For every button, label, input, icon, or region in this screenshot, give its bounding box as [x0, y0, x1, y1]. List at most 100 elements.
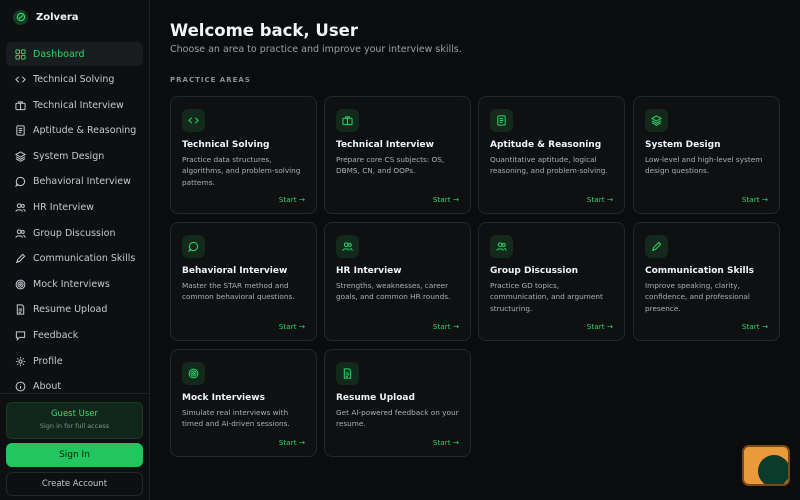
sidebar-item-label: Communication Skills	[33, 253, 136, 265]
card-title: Group Discussion	[490, 266, 579, 276]
brand-name: Zolvera	[36, 11, 79, 23]
practice-card-aptitude-reasoning[interactable]: Aptitude & Reasoning Quantitative aptitud…	[478, 96, 625, 214]
page-subtitle: Choose an area to practice and improve y…	[170, 44, 462, 55]
practice-card-system-design[interactable]: System Design Low-level and high-level sy…	[633, 96, 780, 214]
users-icon	[336, 235, 359, 258]
assistant-icon	[758, 455, 788, 484]
sidebar-item-profile[interactable]: Profile	[6, 349, 143, 373]
sidebar-item-label: Mock Interviews	[33, 278, 110, 290]
sidebar-item-label: HR Interview	[33, 202, 94, 214]
layers-icon	[14, 150, 26, 162]
notebook-icon	[490, 109, 513, 132]
sidebar-item-resume-upload[interactable]: Resume Upload	[6, 298, 143, 322]
card-description: Improve speaking, clarity, confidence, a…	[645, 281, 750, 313]
card-description: Prepare core CS subjects: OS, DBMS, CN, …	[336, 155, 445, 176]
code-icon	[182, 109, 205, 132]
sign-in-button[interactable]: Sign In	[6, 443, 143, 467]
pen-icon	[645, 235, 668, 258]
chat-icon	[14, 176, 26, 188]
practice-card-mock-interviews[interactable]: Mock Interviews Simulate real interviews …	[170, 349, 317, 457]
card-description: Low-level and high-level system design q…	[645, 155, 763, 176]
sidebar-item-mock-interviews[interactable]: Mock Interviews	[6, 272, 143, 296]
sidebar-item-communication-skills[interactable]: Communication Skills	[6, 247, 143, 271]
card-title: Technical Solving	[182, 140, 270, 150]
target-icon	[14, 278, 26, 290]
sidebar-item-label: Aptitude & Reasoning	[33, 125, 137, 137]
pen-icon	[14, 253, 26, 265]
sidebar-item-label: Behavioral Interview	[33, 176, 131, 188]
sidebar-item-label: Profile	[33, 355, 63, 367]
card-start-link[interactable]: Start →	[742, 322, 768, 331]
card-description: Quantitative aptitude, logical reasoning…	[490, 155, 608, 176]
card-title: Communication Skills	[645, 266, 755, 276]
info-icon	[14, 381, 26, 393]
sidebar-item-label: Technical Interview	[33, 99, 124, 111]
card-title: Aptitude & Reasoning	[490, 140, 602, 150]
sidebar-item-technical-solving[interactable]: Technical Solving	[6, 68, 143, 92]
create-account-button[interactable]: Create Account	[6, 472, 143, 496]
page-title: Welcome back, User	[170, 21, 358, 40]
card-title: System Design	[645, 140, 721, 150]
card-description: Simulate real interviews with timed and …	[182, 408, 290, 429]
card-start-link[interactable]: Start →	[742, 195, 768, 204]
sidebar-item-technical-interview[interactable]: Technical Interview	[6, 93, 143, 117]
briefcase-icon	[336, 109, 359, 132]
guest-subtitle: Sign in for full access	[39, 422, 110, 430]
sidebar-item-system-design[interactable]: System Design	[6, 144, 143, 168]
practice-card-group-discussion[interactable]: Group Discussion Practice GD topics, comm…	[478, 222, 625, 341]
card-title: Mock Interviews	[182, 393, 265, 403]
card-description: Practice GD topics, communication, and a…	[490, 281, 603, 313]
card-description: Strengths, weaknesses, career goals, and…	[336, 281, 451, 302]
guest-title: Guest User	[50, 409, 99, 419]
sidebar-item-feedback[interactable]: Feedback	[6, 324, 143, 348]
sidebar-footer: Guest User Sign in for full access Sign …	[0, 393, 149, 496]
practice-card-resume-upload[interactable]: Resume Upload Get AI-powered feedback on …	[324, 349, 471, 457]
card-start-link[interactable]: Start →	[279, 438, 305, 447]
grid-icon	[14, 48, 26, 60]
practice-card-communication-skills[interactable]: Communication Skills Improve speaking, cl…	[633, 222, 780, 341]
sidebar-item-aptitude-reasoning[interactable]: Aptitude & Reasoning	[6, 119, 143, 143]
brand[interactable]: Zolvera	[0, 0, 149, 34]
sidebar-item-label: Feedback	[33, 330, 79, 342]
card-start-link[interactable]: Start →	[433, 195, 459, 204]
card-start-link[interactable]: Start →	[587, 322, 613, 331]
practice-card-technical-interview[interactable]: Technical Interview Prepare core CS subje…	[324, 96, 471, 214]
target-icon	[182, 362, 205, 385]
card-start-link[interactable]: Start →	[279, 195, 305, 204]
practice-card-technical-solving[interactable]: Technical Solving Practice data structure…	[170, 96, 317, 214]
sidebar-item-hr-interview[interactable]: HR Interview	[6, 196, 143, 220]
briefcase-icon	[14, 99, 26, 111]
notebook-icon	[14, 125, 26, 137]
file-icon	[336, 362, 359, 385]
card-start-link[interactable]: Start →	[587, 195, 613, 204]
sidebar-item-group-discussion[interactable]: Group Discussion	[6, 221, 143, 245]
sidebar-item-label: System Design	[33, 150, 105, 162]
sidebar-item-label: Group Discussion	[33, 227, 116, 239]
card-start-link[interactable]: Start →	[279, 322, 305, 331]
sidebar-item-dashboard[interactable]: Dashboard	[6, 42, 143, 66]
message-icon	[14, 330, 26, 342]
card-title: Technical Interview	[336, 140, 434, 150]
card-title: Behavioral Interview	[182, 266, 288, 276]
sidebar-nav: Dashboard Technical Solving Technical In…	[6, 42, 143, 400]
assistant-widget-button[interactable]	[742, 445, 790, 486]
gear-icon	[14, 355, 26, 367]
users-icon	[14, 202, 26, 214]
practice-card-behavioral-interview[interactable]: Behavioral Interview Master the STAR meth…	[170, 222, 317, 341]
file-icon	[14, 304, 26, 316]
card-title: Resume Upload	[336, 393, 415, 403]
card-description: Practice data structures, algorithms, an…	[182, 155, 301, 187]
logo-icon	[13, 9, 28, 25]
users-icon	[14, 227, 26, 239]
chat-icon	[182, 235, 205, 258]
sidebar-item-label: Dashboard	[33, 48, 85, 60]
guest-user-box: Guest User Sign in for full access	[6, 402, 143, 439]
card-start-link[interactable]: Start →	[433, 438, 459, 447]
sidebar-item-behavioral-interview[interactable]: Behavioral Interview	[6, 170, 143, 194]
users-icon	[490, 235, 513, 258]
section-title: PRACTICE AREAS	[170, 76, 251, 84]
card-start-link[interactable]: Start →	[433, 322, 459, 331]
sidebar-item-label: Technical Solving	[33, 74, 115, 86]
practice-card-hr-interview[interactable]: HR Interview Strengths, weaknesses, caree…	[324, 222, 471, 341]
card-title: HR Interview	[336, 266, 402, 276]
